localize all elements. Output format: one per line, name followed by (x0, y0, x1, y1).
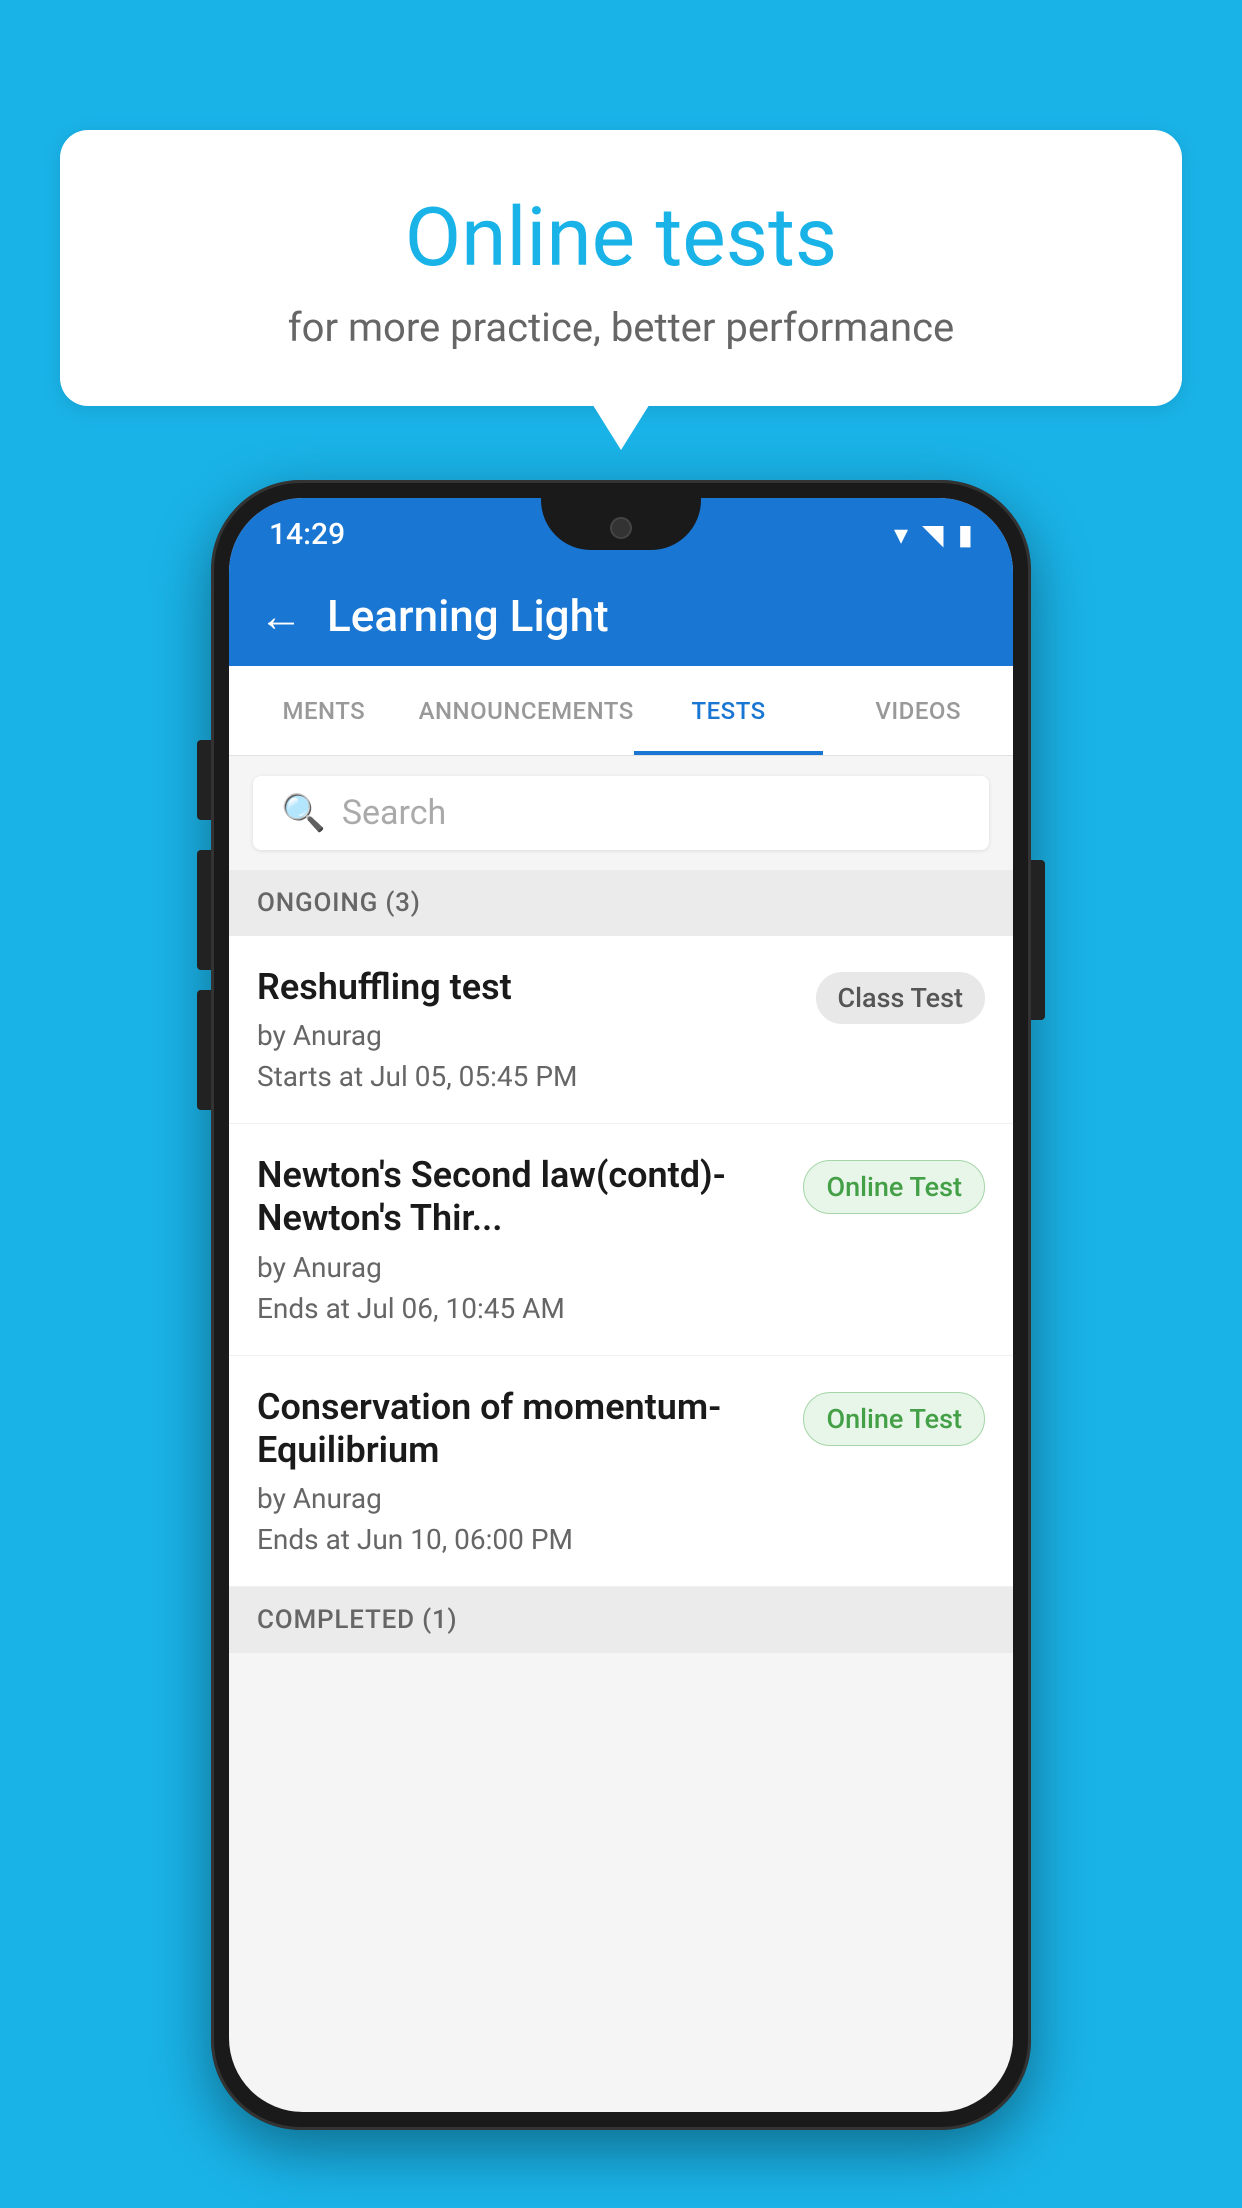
test-badge-1: Class Test (816, 972, 986, 1024)
tab-videos[interactable]: VIDEOS (823, 666, 1013, 755)
test-item-1[interactable]: Reshuffling test by Anurag Starts at Jul… (229, 936, 1013, 1124)
phone-screen: 14:29 ▾ ◥ ▮ ← Learning Light MENTS ANNOU… (229, 498, 1013, 2112)
phone-button-volume-silent (197, 740, 211, 820)
test-badge-2: Online Test (803, 1160, 985, 1214)
completed-label: COMPLETED (1) (257, 1605, 457, 1635)
wifi-icon: ▾ (894, 518, 908, 551)
completed-section-header: COMPLETED (1) (229, 1587, 1013, 1653)
test-author-1: by Anurag (257, 1019, 796, 1052)
promo-subtitle: for more practice, better performance (140, 304, 1102, 351)
test-title-2: Newton's Second law(contd)-Newton's Thir… (257, 1154, 783, 1240)
test-time-2: Ends at Jul 06, 10:45 AM (257, 1292, 783, 1325)
app-bar: ← Learning Light (229, 566, 1013, 666)
ongoing-section-header: ONGOING (3) (229, 870, 1013, 936)
battery-icon: ▮ (958, 518, 973, 551)
test-time-1: Starts at Jul 05, 05:45 PM (257, 1060, 796, 1093)
camera-dot (610, 517, 632, 539)
test-info-2: Newton's Second law(contd)-Newton's Thir… (257, 1154, 783, 1324)
search-icon: 🔍 (281, 792, 326, 834)
promo-title: Online tests (140, 190, 1102, 286)
signal-icon: ◥ (922, 518, 944, 551)
phone-outer: 14:29 ▾ ◥ ▮ ← Learning Light MENTS ANNOU… (211, 480, 1031, 2130)
phone-notch (541, 498, 701, 550)
test-info-1: Reshuffling test by Anurag Starts at Jul… (257, 966, 796, 1093)
test-badge-3: Online Test (803, 1392, 985, 1446)
test-author-3: by Anurag (257, 1482, 783, 1515)
ongoing-label: ONGOING (3) (257, 888, 421, 918)
tab-bar: MENTS ANNOUNCEMENTS TESTS VIDEOS (229, 666, 1013, 756)
test-title-1: Reshuffling test (257, 966, 796, 1009)
test-time-3: Ends at Jun 10, 06:00 PM (257, 1523, 783, 1556)
search-bar[interactable]: 🔍 Search (253, 776, 989, 850)
test-author-2: by Anurag (257, 1251, 783, 1284)
phone-mockup: 14:29 ▾ ◥ ▮ ← Learning Light MENTS ANNOU… (211, 480, 1031, 2130)
promo-section: Online tests for more practice, better p… (60, 130, 1182, 406)
test-item-2[interactable]: Newton's Second law(contd)-Newton's Thir… (229, 1124, 1013, 1355)
back-button[interactable]: ← (259, 590, 303, 642)
tests-list: Reshuffling test by Anurag Starts at Jul… (229, 936, 1013, 1587)
search-input[interactable]: Search (342, 793, 446, 833)
tab-announcements[interactable]: ANNOUNCEMENTS (419, 666, 634, 755)
test-item-3[interactable]: Conservation of momentum-Equilibrium by … (229, 1356, 1013, 1587)
tab-ments[interactable]: MENTS (229, 666, 419, 755)
phone-button-volume-up (197, 850, 211, 970)
test-title-3: Conservation of momentum-Equilibrium (257, 1386, 783, 1472)
phone-button-volume-down (197, 990, 211, 1110)
search-bar-container: 🔍 Search (229, 756, 1013, 870)
test-info-3: Conservation of momentum-Equilibrium by … (257, 1386, 783, 1556)
status-icons: ▾ ◥ ▮ (894, 514, 973, 551)
speech-bubble: Online tests for more practice, better p… (60, 130, 1182, 406)
phone-button-power (1031, 860, 1045, 1020)
status-time: 14:29 (269, 513, 345, 552)
app-bar-title: Learning Light (327, 590, 609, 642)
tab-tests[interactable]: TESTS (634, 666, 824, 755)
